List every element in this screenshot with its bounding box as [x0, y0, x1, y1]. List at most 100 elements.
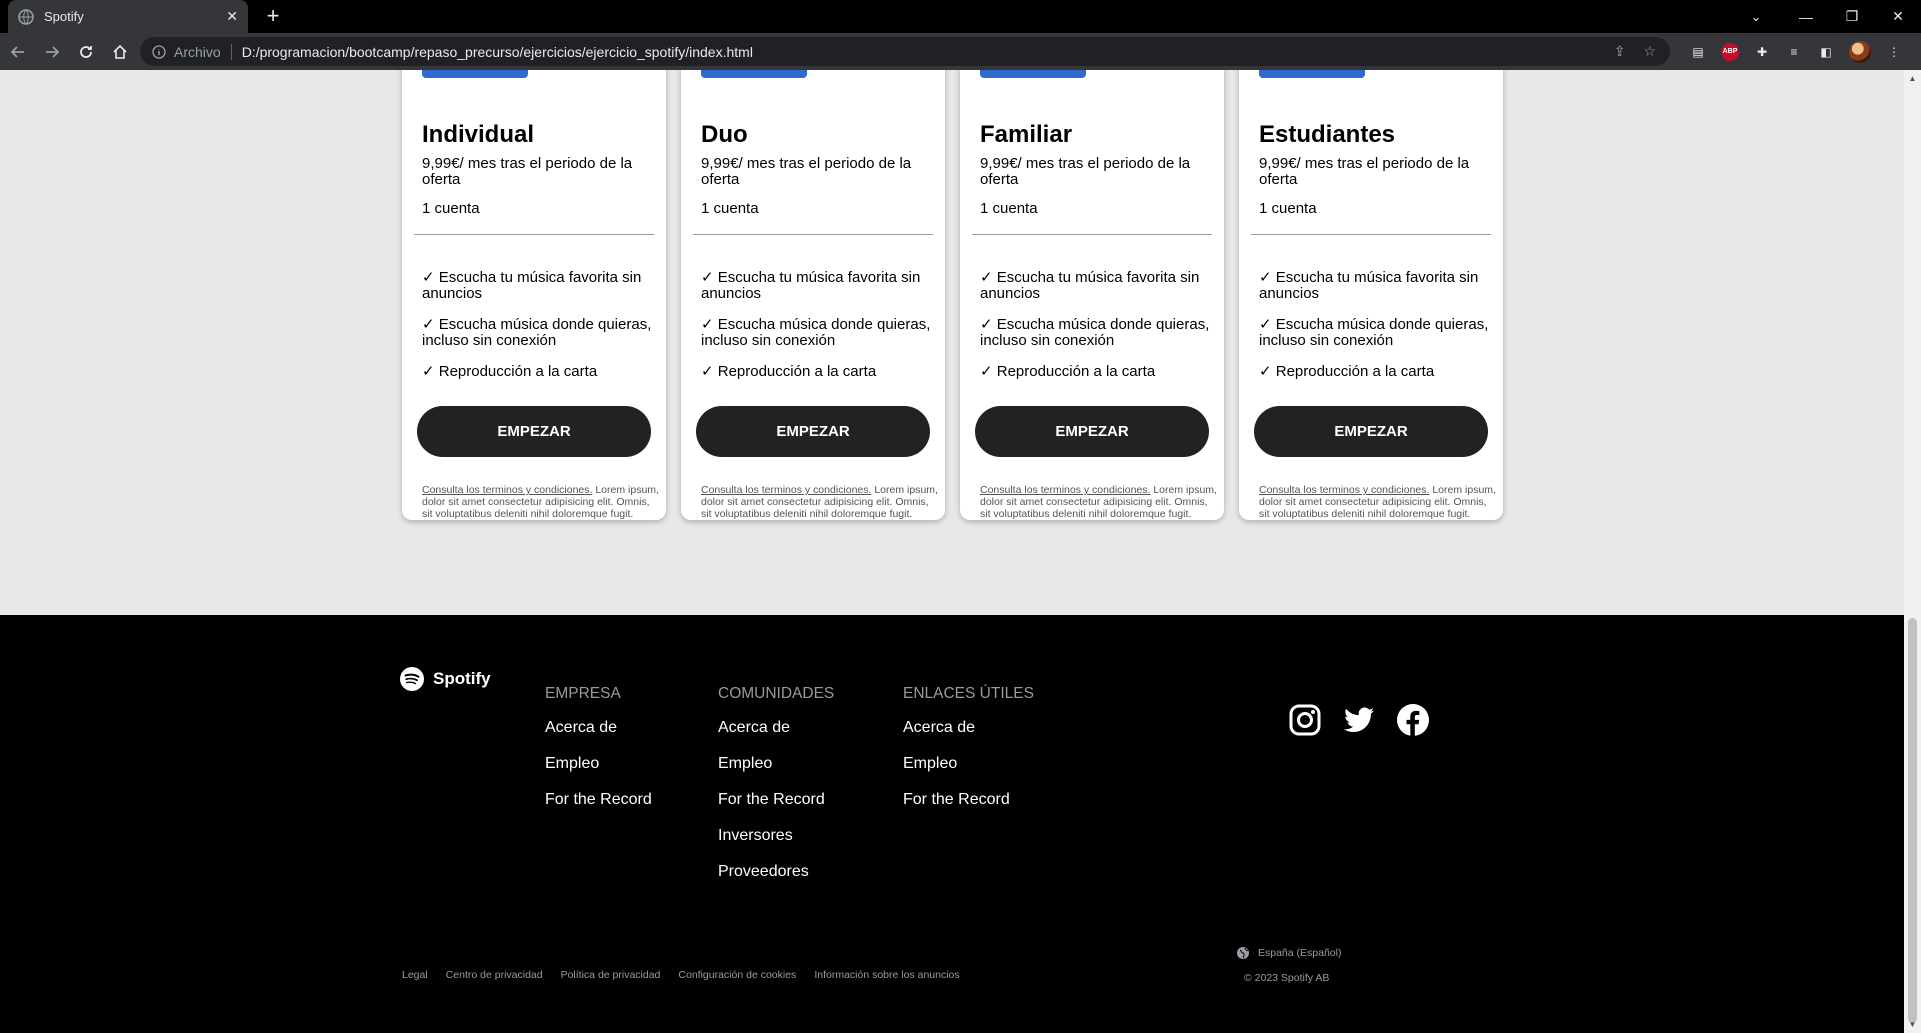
close-tab-icon[interactable]: ✕	[226, 8, 238, 25]
plan-card-estudiantes: Estudiantes 9,99€/ mes tras el periodo d…	[1239, 70, 1503, 520]
feature-list: ✓ Escucha tu música favorita sin anuncio…	[422, 270, 662, 395]
scrollbar[interactable]: ▲ ▼	[1904, 70, 1921, 1033]
feature-item: ✓ Escucha música donde quieras, incluso …	[422, 316, 652, 349]
facebook-icon[interactable]	[1396, 703, 1430, 737]
plan-name: Estudiantes	[1259, 121, 1396, 148]
plan-name: Familiar	[980, 121, 1073, 148]
start-button[interactable]: EMPEZAR	[417, 406, 651, 457]
forward-icon[interactable]	[36, 37, 68, 67]
legal-link[interactable]: Configuración de cookies	[678, 969, 796, 981]
scrollbar-thumb[interactable]	[1908, 618, 1917, 1023]
puzzle-icon[interactable]: ✚	[1753, 43, 1771, 61]
plan-badge	[422, 70, 528, 78]
star-icon[interactable]: ☆	[1643, 43, 1656, 60]
feature-item: ✓ Reproducción a la carta	[980, 363, 1156, 380]
language-label: España (Español)	[1258, 947, 1342, 959]
terms-link[interactable]: Consulta los terminos y condiciones.	[422, 484, 592, 496]
plan-accounts: 1 cuenta	[422, 200, 480, 217]
footer-link[interactable]: For the Record	[718, 791, 834, 809]
spotify-logo[interactable]: Spotify	[400, 667, 491, 691]
scroll-up-icon[interactable]: ▲	[1908, 74, 1917, 83]
globe-icon	[1237, 947, 1249, 959]
divider	[693, 234, 933, 235]
minimize-icon[interactable]: —	[1783, 0, 1829, 33]
footer-link[interactable]: For the Record	[903, 791, 1034, 809]
omnibox-separator	[230, 43, 232, 60]
share-icon[interactable]: ⇪	[1614, 43, 1626, 60]
back-icon[interactable]	[2, 37, 34, 67]
reload-icon[interactable]	[70, 37, 102, 67]
tab-title: Spotify	[44, 9, 84, 24]
browser-tab[interactable]: Spotify ✕	[8, 0, 248, 33]
start-button[interactable]: EMPEZAR	[696, 406, 930, 457]
omnibox-actions: ⇪ ☆	[1614, 43, 1656, 60]
address-bar[interactable]: Archivo D:/programacion/bootcamp/repaso_…	[140, 37, 1670, 66]
language-selector[interactable]: España (Español)	[1236, 946, 1341, 960]
twitter-icon[interactable]	[1342, 703, 1376, 737]
restore-icon[interactable]: ❐	[1829, 0, 1875, 33]
plan-accounts: 1 cuenta	[980, 200, 1038, 217]
terms-link[interactable]: Consulta los terminos y condiciones.	[701, 484, 871, 496]
url-text[interactable]: D:/programacion/bootcamp/repaso_precurso…	[242, 44, 753, 60]
footer-column-enlaces: ENLACES ÚTILES Acerca de Empleo For the …	[903, 685, 1034, 827]
media-icon[interactable]: ≡	[1785, 43, 1803, 61]
browser-toolbar: Archivo D:/programacion/bootcamp/repaso_…	[0, 33, 1921, 70]
terms-text: Consulta los terminos y condiciones. Lor…	[701, 484, 941, 520]
column-title: EMPRESA	[545, 685, 621, 702]
menu-icon[interactable]: ⋮	[1885, 43, 1903, 61]
footer-link[interactable]: Empleo	[718, 755, 834, 773]
terms-link[interactable]: Consulta los terminos y condiciones.	[1259, 484, 1429, 496]
start-button[interactable]: EMPEZAR	[1254, 406, 1488, 457]
terms-text: Consulta los terminos y condiciones. Lor…	[1259, 484, 1499, 520]
extension-icons: ▤ ABP ✚ ≡ ◧ ⋮	[1689, 33, 1903, 70]
adblock-plus-icon[interactable]: ABP	[1721, 42, 1739, 61]
side-panel-icon[interactable]: ◧	[1817, 43, 1835, 61]
column-title: ENLACES ÚTILES	[903, 685, 1034, 702]
footer-link[interactable]: Empleo	[545, 755, 652, 773]
instagram-icon[interactable]	[1288, 703, 1322, 737]
terms-text: Consulta los terminos y condiciones. Lor…	[422, 484, 662, 520]
plan-accounts: 1 cuenta	[1259, 200, 1317, 217]
footer-link[interactable]: Acerca de	[903, 719, 1034, 737]
legal-link[interactable]: Centro de privacidad	[446, 969, 543, 981]
legal-link[interactable]: Legal	[402, 969, 428, 981]
new-tab-button[interactable]: +	[260, 4, 286, 30]
legal-link[interactable]: Información sobre los anuncios	[814, 969, 959, 981]
spotify-icon	[400, 667, 424, 691]
feature-item: ✓ Escucha música donde quieras, incluso …	[701, 316, 931, 349]
chevron-down-icon[interactable]: ⌄	[1733, 0, 1779, 33]
logo-text: Spotify	[433, 669, 491, 688]
globe-icon	[18, 8, 34, 25]
feature-item: ✓ Escucha música donde quieras, incluso …	[1259, 316, 1489, 349]
plan-price: 9,99€/ mes tras el periodo de la oferta	[422, 155, 633, 188]
plan-accounts: 1 cuenta	[701, 200, 759, 217]
feature-item: ✓ Escucha tu música favorita sin anuncio…	[1259, 269, 1479, 302]
start-button[interactable]: EMPEZAR	[975, 406, 1209, 457]
plan-badge	[1259, 70, 1365, 78]
footer-link[interactable]: Acerca de	[718, 719, 834, 737]
divider	[414, 234, 654, 235]
copyright: © 2023 Spotify AB	[1244, 972, 1330, 984]
feature-item: ✓ Reproducción a la carta	[1259, 363, 1435, 380]
feature-item: ✓ Escucha tu música favorita sin anuncio…	[422, 269, 642, 302]
scroll-down-icon[interactable]: ▼	[1908, 1020, 1917, 1029]
feature-item: ✓ Escucha tu música favorita sin anuncio…	[701, 269, 921, 302]
footer-link[interactable]: Acerca de	[545, 719, 652, 737]
divider	[972, 234, 1212, 235]
info-icon[interactable]	[152, 44, 166, 59]
terms-link[interactable]: Consulta los terminos y condiciones.	[980, 484, 1150, 496]
footer-link[interactable]: Proveedores	[718, 863, 834, 881]
footer-link[interactable]: Inversores	[718, 827, 834, 845]
plan-card-individual: Individual 9,99€/ mes tras el periodo de…	[402, 70, 666, 520]
feature-item: ✓ Escucha música donde quieras, incluso …	[980, 316, 1210, 349]
profile-avatar[interactable]	[1849, 40, 1871, 63]
cast-icon[interactable]: ▤	[1689, 43, 1707, 61]
plan-badge	[701, 70, 807, 78]
home-icon[interactable]	[104, 37, 136, 67]
footer-link[interactable]: Empleo	[903, 755, 1034, 773]
footer-column-comunidades: COMUNIDADES Acerca de Empleo For the Rec…	[718, 685, 834, 899]
terms-text: Consulta los terminos y condiciones. Lor…	[980, 484, 1220, 520]
legal-link[interactable]: Política de privacidad	[561, 969, 661, 981]
footer-link[interactable]: For the Record	[545, 791, 652, 809]
close-window-icon[interactable]: ✕	[1875, 0, 1921, 33]
